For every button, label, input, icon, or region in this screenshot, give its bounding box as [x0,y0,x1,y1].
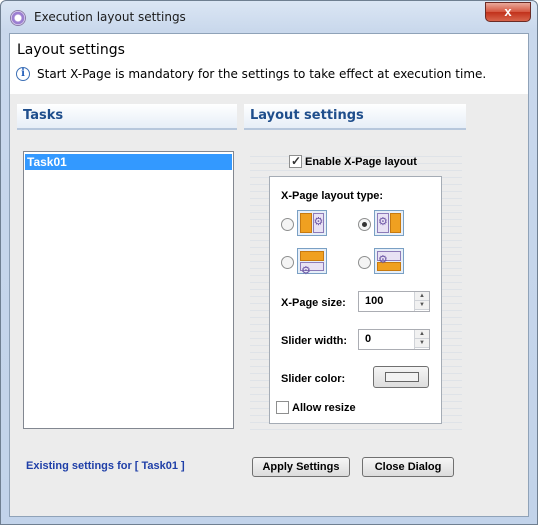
layout-side-right-icon [374,210,404,236]
spin-down-icon[interactable]: ▼ [415,339,429,348]
enable-xpage-row[interactable]: Enable X-Page layout [289,154,417,168]
xpage-size-value: 100 [365,295,384,307]
title-bar[interactable]: Execution layout settings x [1,1,537,33]
page-title: Layout settings [17,42,125,58]
allow-resize-row[interactable]: Allow resize [276,401,356,414]
close-dialog-button[interactable]: Close Dialog [362,457,454,477]
app-gear-icon [10,10,26,26]
info-text: Start X-Page is mandatory for the settin… [37,67,487,81]
layout-top-icon [297,248,327,276]
info-row: i Start X-Page is mandatory for the sett… [16,67,486,81]
layout-bottom-icon [374,248,404,274]
layout-type-label: X-Page layout type: [281,190,384,202]
enable-xpage-label: Enable X-Page layout [305,155,417,168]
layout-side-left-icon [297,210,327,236]
layout-panel: Enable X-Page layout X-Page layout type: [250,150,462,430]
layout-type-radio-top[interactable] [281,256,294,269]
info-icon: i [16,67,30,81]
apply-settings-button[interactable]: Apply Settings [252,457,350,477]
layout-settings-heading: Layout settings [244,104,466,130]
close-window-button[interactable]: x [485,2,531,22]
xpage-size-stepper[interactable]: 100 ▲ ▼ [358,291,430,312]
allow-resize-checkbox[interactable] [276,401,289,414]
slider-color-label: Slider color: [281,373,346,385]
body-area: Tasks Layout settings Task01 Enable X-Pa… [10,94,528,516]
layout-type-radio-side-right[interactable] [358,218,371,231]
enable-xpage-checkbox[interactable] [289,154,302,168]
tasks-list[interactable]: Task01 [23,151,234,429]
layout-type-radio-bottom[interactable] [358,256,371,269]
tasks-heading: Tasks [17,104,237,130]
slider-width-stepper[interactable]: 0 ▲ ▼ [358,329,430,350]
dialog-client: Layout settings i Start X-Page is mandat… [9,33,529,517]
xpage-size-label: X-Page size: [281,297,346,309]
header-area: Layout settings i Start X-Page is mandat… [10,34,528,90]
dialog-window: Execution layout settings x Layout setti… [0,0,538,525]
window-title: Execution layout settings [34,10,186,24]
list-item-task01[interactable]: Task01 [25,154,232,170]
slider-width-label: Slider width: [281,335,347,347]
spin-down-icon[interactable]: ▼ [415,301,429,310]
slider-color-button[interactable] [373,366,429,388]
spin-up-icon[interactable]: ▲ [415,330,429,339]
existing-settings-status: Existing settings for [ Task01 ] [26,460,185,472]
slider-color-swatch [385,372,419,382]
layout-type-radio-side-left[interactable] [281,218,294,231]
slider-width-value: 0 [365,333,372,345]
allow-resize-label: Allow resize [292,401,356,414]
spin-up-icon[interactable]: ▲ [415,292,429,301]
layout-options-box: X-Page layout type: ⚙ ⚙ ⚙ ⚙ X-Page size:… [269,176,442,424]
